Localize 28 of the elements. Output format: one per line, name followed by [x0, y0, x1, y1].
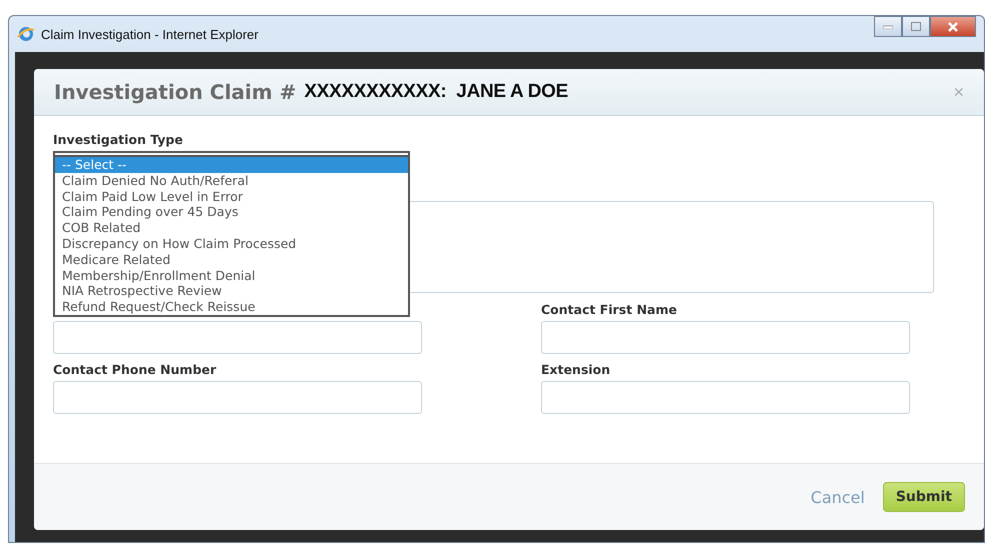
dialog-title: Investigation Claim #	[54, 80, 296, 104]
minimize-icon	[883, 24, 893, 28]
maximize-icon	[911, 22, 921, 31]
dropdown-option[interactable]: Membership/Enrollment Denial	[55, 268, 408, 284]
claim-name: XXXXXXXXXXX: JANE A DOE	[304, 81, 568, 103]
dropdown-option[interactable]: Discrepancy on How Claim Processed	[55, 236, 408, 252]
field-label: Contact First Name	[541, 302, 678, 317]
field-label: Investigation Type	[53, 132, 184, 147]
minimize-button[interactable]	[874, 16, 902, 37]
close-icon	[948, 22, 958, 32]
field-label: Contact Phone Number	[53, 362, 218, 377]
dropdown-option[interactable]: Refund Request/Check Reissue	[55, 299, 408, 315]
close-button[interactable]	[930, 16, 976, 37]
dropdown-option[interactable]: NIA Retrospective Review	[55, 283, 408, 300]
browser-logo-icon	[17, 25, 35, 43]
dropdown-option[interactable]: Claim Paid Low Level in Error	[55, 188, 408, 204]
submit-button[interactable]: Submit	[882, 482, 965, 512]
field-label: Extension	[541, 362, 612, 377]
dropdown-option[interactable]: COB Related	[55, 220, 408, 236]
input-field[interactable]	[53, 321, 422, 354]
dropdown-option[interactable]: Claim Pending over 45 Days	[55, 204, 408, 220]
dropdown-option[interactable]: Claim Denied No Auth/Referal	[55, 172, 408, 189]
input-field[interactable]	[53, 381, 422, 414]
dropdown-option[interactable]: Medicare Related	[55, 252, 408, 268]
input-field[interactable]	[541, 381, 910, 414]
input-field[interactable]	[541, 321, 910, 354]
window-title: Claim Investigation - Internet Explorer	[41, 26, 258, 42]
maximize-button[interactable]	[902, 16, 930, 37]
